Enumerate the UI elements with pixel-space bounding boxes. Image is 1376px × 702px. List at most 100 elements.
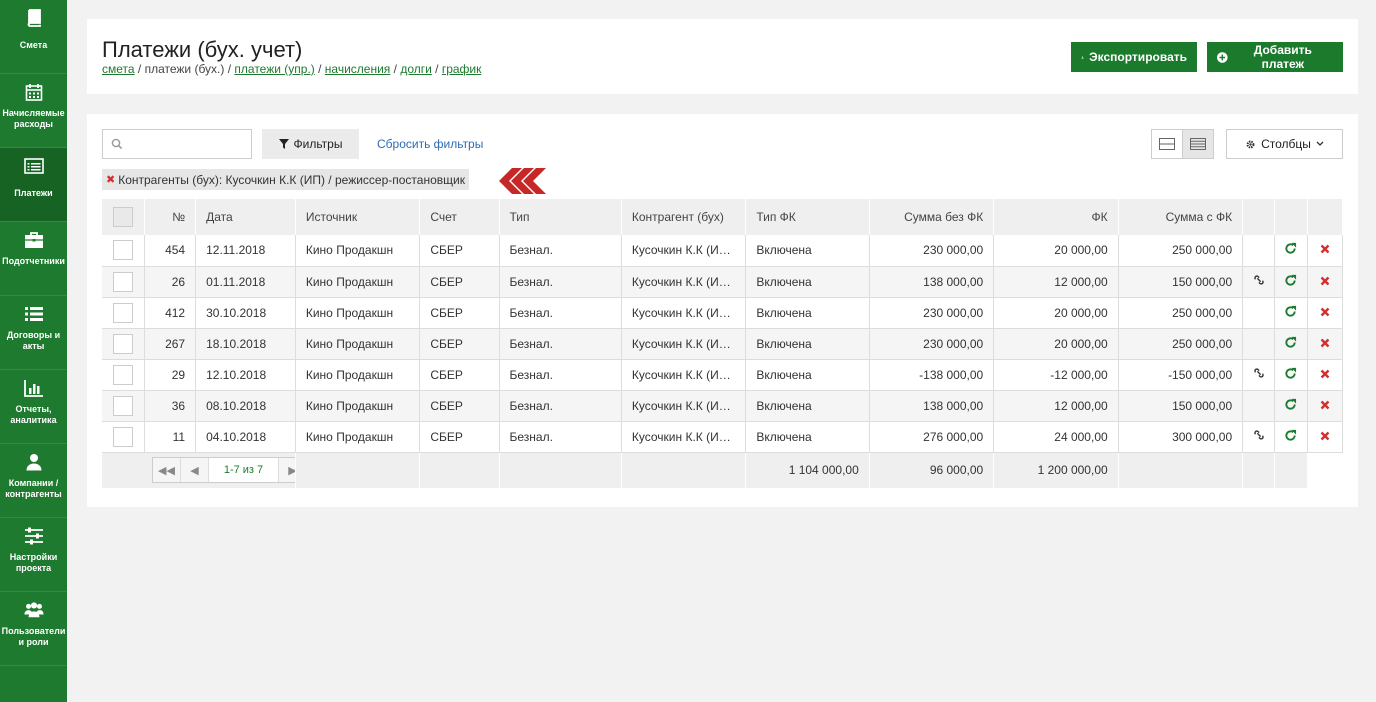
rows-compact-icon xyxy=(1190,138,1206,150)
row-checkbox[interactable] xyxy=(112,240,133,261)
briefcase-icon xyxy=(24,230,44,250)
refresh-icon[interactable] xyxy=(1284,429,1297,442)
cell-sum-with-fk: 250 000,00 xyxy=(1118,235,1244,267)
row-checkbox[interactable] xyxy=(112,426,133,447)
row-checkbox[interactable] xyxy=(112,271,133,292)
link-icon[interactable] xyxy=(1253,429,1265,441)
total-fk: 96 000,00 xyxy=(869,452,995,488)
breadcrumb-link[interactable]: платежи (упр.) xyxy=(234,62,314,76)
search-icon xyxy=(111,138,123,150)
delete-icon[interactable] xyxy=(1320,431,1330,441)
next-page-button[interactable]: ▶ xyxy=(279,458,295,483)
prev-page-button[interactable]: ◀ xyxy=(181,458,209,483)
table-row[interactable]: 454 12.11.2018 Кино Продакшн СБЕР Безнал. Кус… xyxy=(102,235,1344,267)
sidebar-item-label: Смета xyxy=(19,40,48,50)
sidebar-item-book[interactable]: Смета xyxy=(0,0,67,74)
cell-source: Кино Продакшн xyxy=(295,390,421,422)
table-row[interactable]: 11 04.10.2018 Кино Продакшн СБЕР Безнал. Кусо… xyxy=(102,421,1344,453)
refresh-icon[interactable] xyxy=(1284,398,1297,411)
view-comfortable-button[interactable] xyxy=(1152,130,1182,158)
breadcrumb: смета / платежи (бух.) / платежи (упр.) … xyxy=(102,62,481,76)
sidebar-item-list-alt[interactable]: Платежи xyxy=(0,148,67,222)
book-icon xyxy=(24,8,44,28)
cell-counterparty: Кусочкин К.К (ИП) / режиссер-постановщик xyxy=(621,297,747,329)
breadcrumb-link[interactable]: долги xyxy=(400,62,432,76)
reset-filters-link[interactable]: Сбросить фильтры xyxy=(377,137,483,151)
rows-wide-icon xyxy=(1159,138,1175,150)
sidebar-item-label: Компании / контрагенты xyxy=(5,478,62,499)
col-header-sum-with-fk[interactable]: Сумма с ФК xyxy=(1118,199,1244,235)
refresh-icon[interactable] xyxy=(1284,274,1297,287)
sidebar: Смета Начисляемые расходы Платежи Подотчетн… xyxy=(0,0,67,702)
table-row[interactable]: 36 08.10.2018 Кино Продакшн СБЕР Безнал. Кусо… xyxy=(102,390,1344,422)
cell-fk: 12 000,00 xyxy=(993,390,1119,422)
col-header-counterparty[interactable]: Контрагент (бух) xyxy=(621,199,747,235)
breadcrumb-link[interactable]: график xyxy=(442,62,482,76)
cell-sum-with-fk: 250 000,00 xyxy=(1118,297,1244,329)
cell-delete xyxy=(1307,266,1344,298)
delete-icon[interactable] xyxy=(1320,400,1330,410)
columns-dropdown[interactable]: Столбцы xyxy=(1226,129,1343,159)
refresh-icon[interactable] xyxy=(1284,336,1297,349)
sidebar-item-label: Подотчетники xyxy=(2,256,65,266)
sidebar-item-calendar[interactable]: Начисляемые расходы xyxy=(0,74,67,148)
link-icon[interactable] xyxy=(1253,274,1265,286)
sidebar-item-list[interactable]: Договоры и акты xyxy=(0,296,67,370)
table-row[interactable]: 267 18.10.2018 Кино Продакшн СБЕР Безнал. Кус… xyxy=(102,328,1344,360)
row-checkbox[interactable] xyxy=(112,302,133,323)
col-header-type[interactable]: Тип xyxy=(499,199,622,235)
view-density-toggle xyxy=(1151,129,1214,159)
first-page-button[interactable]: ◀◀ xyxy=(153,458,181,483)
col-header-sum-without-fk[interactable]: Сумма без ФК xyxy=(869,199,995,235)
delete-icon[interactable] xyxy=(1320,244,1330,254)
users-icon xyxy=(23,600,44,620)
select-all-checkbox[interactable] xyxy=(112,207,133,227)
col-header-date[interactable]: Дата xyxy=(195,199,296,235)
row-checkbox[interactable] xyxy=(112,364,133,385)
export-button[interactable]: Экспортировать xyxy=(1071,42,1197,72)
sidebar-item-user[interactable]: Компании / контрагенты xyxy=(0,444,67,518)
sidebar-item-briefcase[interactable]: Подотчетники xyxy=(0,222,67,296)
sidebar-item-label: Договоры и акты xyxy=(6,330,61,351)
col-header-fk[interactable]: ФК xyxy=(993,199,1119,235)
refresh-icon[interactable] xyxy=(1284,367,1297,380)
link-icon[interactable] xyxy=(1253,367,1265,379)
delete-icon[interactable] xyxy=(1320,307,1330,317)
cell-account: СБЕР xyxy=(419,235,500,267)
view-compact-button[interactable] xyxy=(1182,130,1213,158)
breadcrumb-link[interactable]: начисления xyxy=(325,62,391,76)
cell-num: 11 xyxy=(144,421,197,453)
delete-icon[interactable] xyxy=(1320,276,1330,286)
col-header-num[interactable]: № xyxy=(144,199,197,235)
page-title: Платежи (бух. учет) xyxy=(102,37,303,62)
sidebar-item-users[interactable]: Пользователи и роли xyxy=(0,592,67,666)
col-header-fk-type[interactable]: Тип ФК xyxy=(745,199,870,235)
cell-source: Кино Продакшн xyxy=(295,328,421,360)
cell-link xyxy=(1242,297,1275,329)
row-checkbox[interactable] xyxy=(112,395,133,416)
cell-date: 04.10.2018 xyxy=(195,421,296,453)
table-row[interactable]: 412 30.10.2018 Кино Продакшн СБЕР Безнал. Кус… xyxy=(102,297,1344,329)
row-checkbox[interactable] xyxy=(112,333,133,354)
refresh-icon[interactable] xyxy=(1284,242,1297,255)
sidebar-item-sliders[interactable]: Настройки проекта xyxy=(0,518,67,592)
cell-refresh xyxy=(1274,390,1308,422)
cell-fk: 20 000,00 xyxy=(993,297,1119,329)
cell-num: 36 xyxy=(144,390,197,422)
refresh-icon[interactable] xyxy=(1284,305,1297,318)
breadcrumb-link[interactable]: смета xyxy=(102,62,135,76)
filters-button[interactable]: Фильтры xyxy=(262,129,359,159)
sidebar-item-bar-chart[interactable]: Отчеты, аналитика xyxy=(0,370,67,444)
search-input[interactable] xyxy=(127,130,247,158)
col-header-account[interactable]: Счет xyxy=(419,199,500,235)
table-row[interactable]: 26 01.11.2018 Кино Продакшн СБЕР Безнал. Кусо… xyxy=(102,266,1344,298)
col-header-source[interactable]: Источник xyxy=(295,199,421,235)
remove-filter-icon[interactable]: ✖ xyxy=(106,173,115,186)
cell-delete xyxy=(1307,328,1344,360)
filter-icon xyxy=(278,139,289,149)
breadcrumb-separator: / xyxy=(224,62,235,76)
add-payment-button[interactable]: Добавить платеж xyxy=(1207,42,1343,72)
table-row[interactable]: 29 12.10.2018 Кино Продакшн СБЕР Безнал. Кусо… xyxy=(102,359,1344,391)
delete-icon[interactable] xyxy=(1320,369,1330,379)
delete-icon[interactable] xyxy=(1320,338,1330,348)
